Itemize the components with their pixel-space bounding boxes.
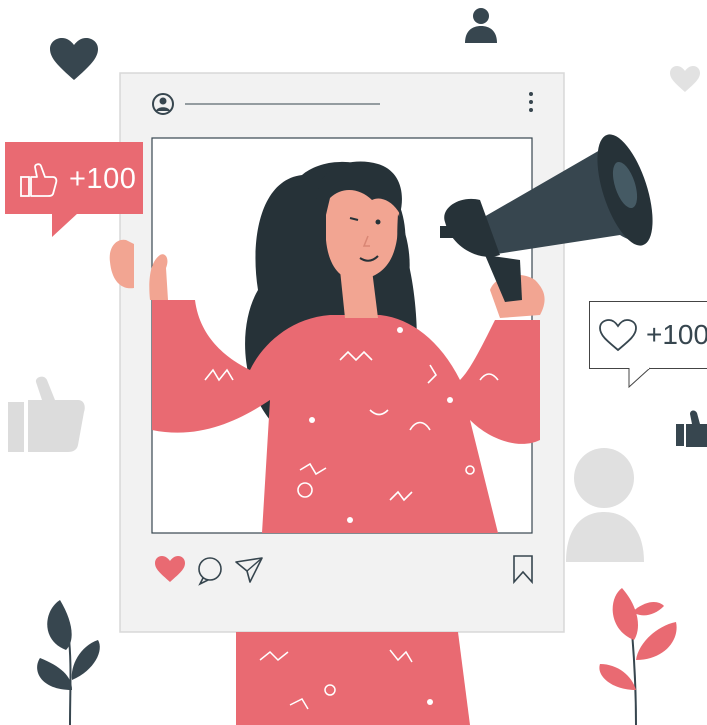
like-count-text: +100 [69, 163, 137, 195]
heart-icon [670, 66, 700, 92]
social-media-illustration: +100 +100 [0, 0, 707, 725]
plant-left [37, 600, 100, 725]
thumbs-up-icon [20, 163, 58, 197]
woman-lower-body [236, 632, 470, 725]
hand-holding-frame [109, 239, 134, 289]
like-count-badge: +100 [5, 142, 143, 214]
user-icon [465, 8, 497, 43]
user-icon [566, 448, 644, 562]
heart-icon [599, 319, 637, 352]
more-icon[interactable] [529, 92, 533, 112]
heart-count-badge: +100 [589, 301, 707, 369]
heart-badge-tail [628, 367, 651, 389]
like-badge-tail [52, 213, 78, 237]
thumbs-up-icon [8, 376, 85, 452]
plant-right [599, 588, 677, 725]
heart-count-text: +100 [646, 319, 707, 350]
thumbs-up-icon [676, 410, 707, 447]
heart-icon [50, 38, 98, 80]
